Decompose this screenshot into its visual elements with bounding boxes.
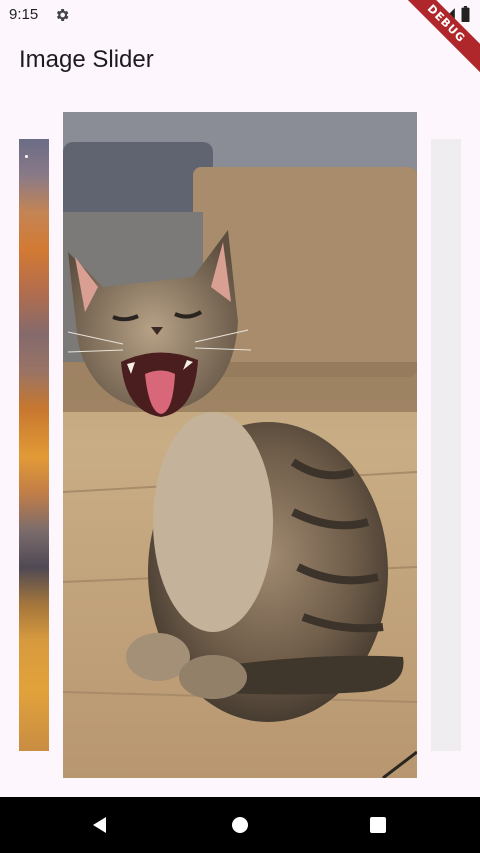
slide-current-kitten-image[interactable]: [63, 112, 417, 778]
page-title: Image Slider: [19, 46, 154, 73]
status-bar: 9:15: [0, 0, 480, 30]
home-icon[interactable]: [228, 813, 252, 837]
settings-gear-icon: [56, 9, 69, 21]
slide-next-placeholder[interactable]: [431, 139, 461, 751]
system-navigation-bar: [0, 797, 480, 853]
recents-icon[interactable]: [366, 813, 390, 837]
battery-icon: [461, 6, 470, 22]
status-time: 9:15: [9, 6, 39, 23]
kitten-photo: [63, 112, 417, 778]
slide-previous-sunset-image[interactable]: [19, 139, 49, 751]
back-icon[interactable]: [88, 813, 112, 837]
